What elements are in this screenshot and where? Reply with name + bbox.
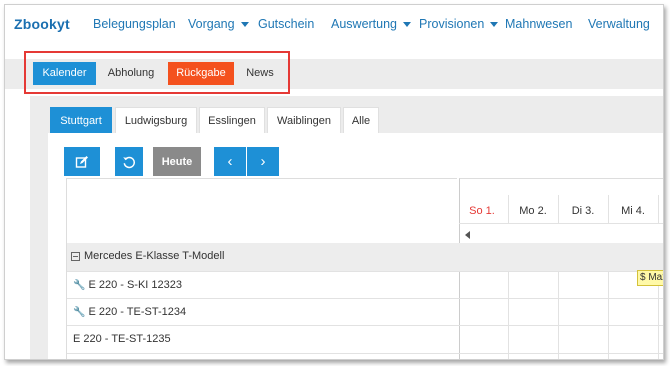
scroll-left-icon[interactable] xyxy=(465,231,470,239)
app-window: Zbookyt Belegungsplan Vorgang Gutschein … xyxy=(4,4,664,360)
app-logo[interactable]: Zbookyt xyxy=(14,16,70,32)
chevron-down-icon xyxy=(240,21,249,27)
nav-verwaltung[interactable]: Verwaltung xyxy=(588,17,650,31)
booking-block[interactable]: $ Max M xyxy=(637,270,663,286)
grid-line xyxy=(608,271,609,359)
next-button[interactable]: › xyxy=(247,147,279,176)
today-button[interactable]: Heute xyxy=(153,147,201,176)
vehicle-row[interactable]: 🔧 E 220 - S-KI 12323 xyxy=(73,279,182,291)
grid-line xyxy=(658,195,659,223)
grid-line xyxy=(67,353,663,354)
grid-line xyxy=(508,195,509,223)
vehicle-group-label[interactable]: Mercedes E-Klasse T-Modell xyxy=(71,250,224,262)
grid-line xyxy=(67,271,663,272)
location-tab-alle[interactable]: Alle xyxy=(343,107,379,133)
grid-line xyxy=(459,223,663,224)
chevron-down-icon xyxy=(490,21,499,27)
grid-line xyxy=(558,271,559,359)
day-header-tue-3: Di 3. xyxy=(571,205,595,217)
nav-belegungsplan[interactable]: Belegungsplan xyxy=(93,17,176,31)
nav-mahnwesen[interactable]: Mahnwesen xyxy=(505,17,572,31)
refresh-icon xyxy=(123,156,135,168)
nav-vorgang[interactable]: Vorgang xyxy=(188,17,249,31)
collapse-icon[interactable] xyxy=(71,251,80,261)
day-header-mon-2: Mo 2. xyxy=(519,205,547,217)
grid-line xyxy=(558,195,559,223)
vehicle-row[interactable]: 🔧 E 220 - TE-ST-1234 xyxy=(73,306,186,318)
day-header-sun-1: So 1. xyxy=(469,205,495,217)
highlight-annotation xyxy=(24,51,290,94)
nav-auswertung[interactable]: Auswertung xyxy=(331,17,412,31)
nav-provisionen[interactable]: Provisionen xyxy=(419,17,499,31)
wrench-icon: 🔧 xyxy=(73,279,86,291)
edit-button[interactable] xyxy=(64,147,100,176)
nav-gutschein[interactable]: Gutschein xyxy=(258,17,314,31)
edit-icon xyxy=(75,155,88,168)
grid-line xyxy=(67,325,663,326)
vehicle-row[interactable]: E 220 - TE-ST-1235 xyxy=(73,333,171,345)
refresh-button[interactable] xyxy=(115,147,143,176)
location-tab-ludwigsburg[interactable]: Ludwigsburg xyxy=(115,107,197,133)
prev-button[interactable]: ‹ xyxy=(214,147,246,176)
grid-line xyxy=(608,195,609,223)
location-tab-waiblingen[interactable]: Waiblingen xyxy=(267,107,341,133)
day-header-wed-4: Mi 4. xyxy=(621,205,645,217)
grid-line xyxy=(67,298,663,299)
location-tab-esslingen[interactable]: Esslingen xyxy=(199,107,265,133)
grid-line xyxy=(508,271,509,359)
wrench-icon: 🔧 xyxy=(73,306,86,318)
chevron-down-icon xyxy=(403,21,412,27)
location-tab-stuttgart[interactable]: Stuttgart xyxy=(50,107,112,133)
